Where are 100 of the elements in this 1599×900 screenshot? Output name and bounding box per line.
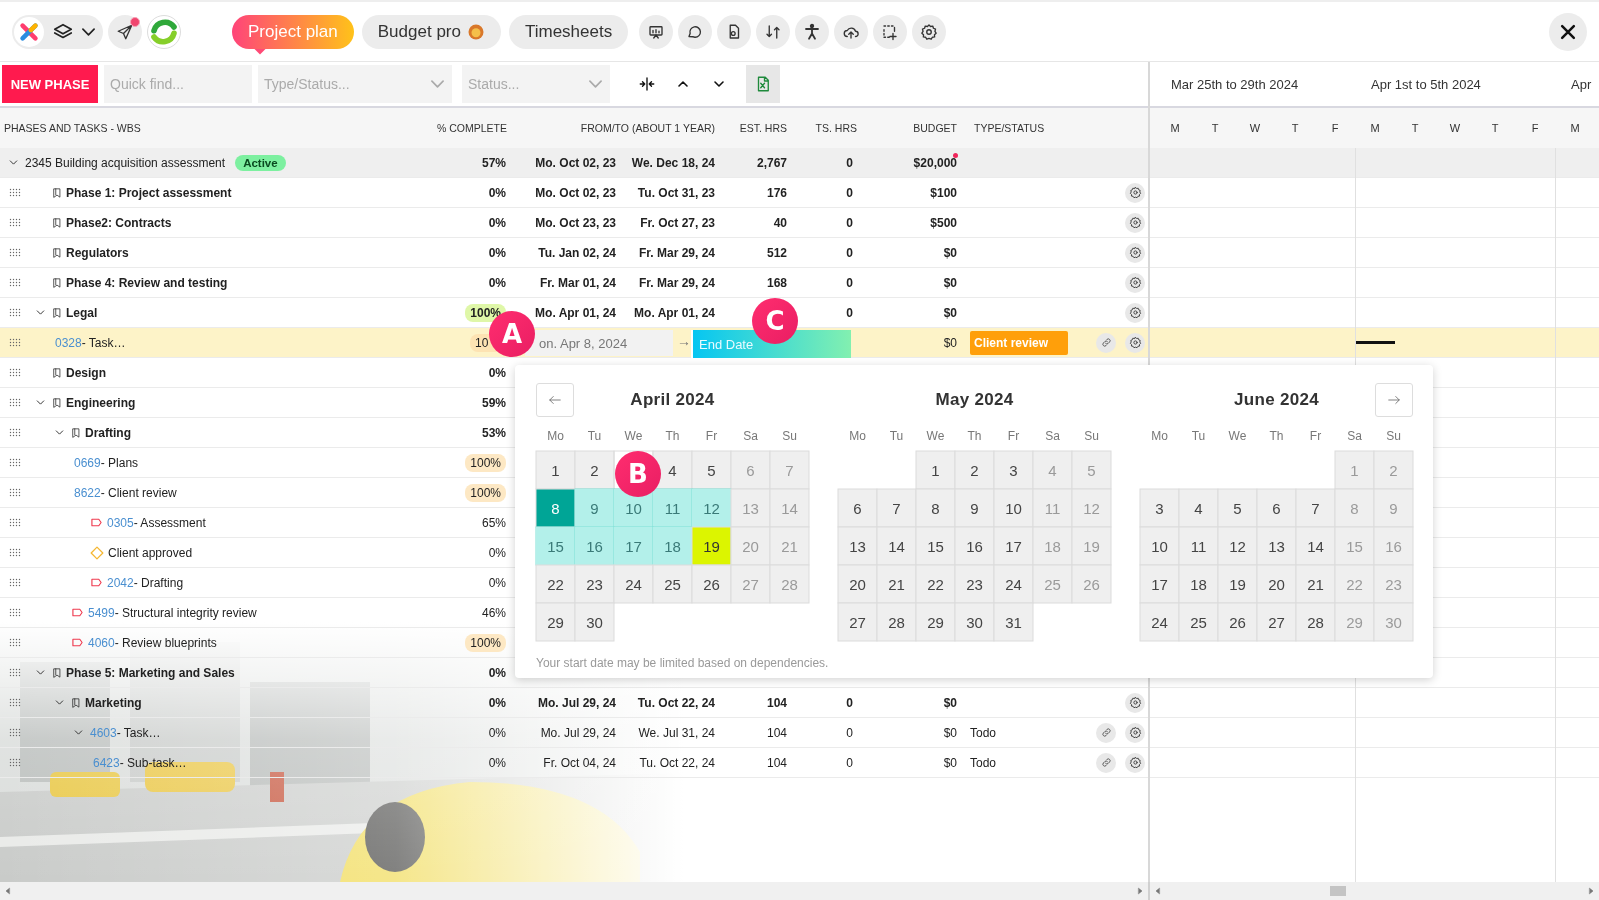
weekday-label: Su (1084, 429, 1099, 443)
timesheet-hours: 0 (846, 185, 853, 200)
weekday-label: Fr (1007, 429, 1020, 443)
column-header: EST. HRS (738, 122, 788, 134)
start-date: Mo. Oct 23, 23 (535, 215, 616, 230)
arrow-separator: → (677, 333, 691, 349)
phase-name: Regulators (66, 245, 129, 260)
start-date: Fr. Oct 04, 24 (543, 755, 616, 770)
budget-amount: $500 (930, 215, 957, 230)
task-name: 4603- Task… (90, 725, 161, 740)
phase-name: Phase2: Contracts (66, 215, 172, 230)
percent-complete: 0% (488, 545, 506, 560)
status-text: Todo (970, 725, 997, 740)
budget-amount: $20,000 (913, 155, 957, 170)
day-label: F (1531, 122, 1539, 134)
start-date: Mo. Jul 29, 24 (537, 695, 616, 710)
task-name: 4060- Review blueprints (88, 635, 217, 650)
start-date: Mo. Apr 01, 24 (535, 305, 616, 320)
step-marker: C (752, 298, 798, 344)
percent-complete: 65% (481, 515, 506, 530)
column-header: PHASES AND TASKS - WBS (3, 122, 142, 134)
day-label: T (1211, 122, 1219, 134)
timesheet-hours: 0 (846, 245, 853, 260)
timesheet-hours: 0 (846, 155, 853, 170)
weekday-label: Fr (1309, 429, 1322, 443)
estimated-hours: 104 (766, 695, 787, 710)
budget-amount: $0 (943, 335, 957, 350)
budget-amount: $0 (943, 245, 957, 260)
percent-complete: 0% (488, 755, 506, 770)
estimated-hours: 512 (766, 245, 787, 260)
weekday-label: Tu (1191, 429, 1206, 443)
weekday-label: Mo (1151, 429, 1168, 443)
weekday-label: Th (665, 429, 680, 443)
budget-amount: $0 (943, 755, 957, 770)
timesheet-hours: 0 (846, 695, 853, 710)
dependency-note: Your start date may be limited based on dependencies. (536, 656, 830, 670)
budget-amount: $100 (930, 185, 957, 200)
budget-amount: $0 (943, 695, 957, 710)
day-label: M (1570, 122, 1580, 134)
column-header: FROM/TO (ABOUT 1 YEAR) (579, 122, 716, 134)
percent-complete: 0% (488, 575, 506, 590)
task-name: 2042- Drafting (107, 575, 184, 590)
day-label: W (1449, 122, 1461, 134)
weekday-label: We (1228, 429, 1247, 443)
timesheet-hours: 0 (846, 275, 853, 290)
percent-complete: 0% (488, 665, 506, 680)
percent-complete: 0% (488, 185, 506, 200)
start-date: Tu. Jan 02, 24 (538, 245, 616, 260)
weekday-label: Tu (587, 429, 602, 443)
day-label: T (1491, 122, 1499, 134)
phase-name: Phase 4: Review and testing (66, 275, 228, 290)
weekday-label: Su (1386, 429, 1401, 443)
end-date: Tu. Oct 22, 24 (637, 695, 715, 710)
milestone-name: Client approved (108, 545, 193, 560)
month-title: June 2024 (1234, 390, 1319, 409)
weekday-label: We (624, 429, 643, 443)
weekday-label: Sa (743, 429, 758, 443)
phase-name: Engineering (66, 395, 136, 410)
budget-amount: $0 (943, 305, 957, 320)
percent-complete: 100% (465, 303, 506, 322)
end-date: Tu. Oct 31, 23 (637, 185, 715, 200)
percent-complete: 0% (488, 245, 506, 260)
column-header: % COMPLETE (436, 122, 508, 134)
percent-complete: 0% (488, 695, 506, 710)
end-date: Tu. Oct 22, 24 (639, 755, 715, 770)
month-title: April 2024 (630, 390, 715, 409)
phase-name: Drafting (85, 425, 131, 440)
start-date: Mo. Oct 02, 23 (535, 155, 616, 170)
budget-amount: $0 (943, 275, 957, 290)
percent-complete: 46% (481, 605, 506, 620)
day-label: W (1249, 122, 1261, 134)
estimated-hours: 40 (773, 215, 787, 230)
estimated-hours: 104 (766, 725, 787, 740)
column-header: BUDGET (912, 122, 958, 134)
column-header: TS. HRS (814, 122, 858, 134)
estimated-hours: 2,767 (756, 155, 787, 170)
percent-complete: 100% (465, 453, 506, 472)
week-label: Apr (1570, 76, 1592, 92)
weekday-label: Mo (547, 429, 564, 443)
week-label: Mar 25th to 29th 2024 (1170, 76, 1299, 92)
percent-complete: 57% (481, 155, 506, 170)
phase-name: Legal (66, 305, 98, 320)
phase-name: Phase 1: Project assessment (66, 185, 232, 200)
weekday-label: Mo (849, 429, 866, 443)
percent-complete: 0% (488, 365, 506, 380)
estimated-hours: 176 (766, 185, 787, 200)
month-title: May 2024 (935, 390, 1014, 409)
start-date: Fr. Mar 01, 24 (539, 275, 616, 290)
percent-complete: 53% (481, 425, 506, 440)
week-label: Apr 1st to 5th 2024 (1370, 76, 1481, 92)
end-date: Fr. Oct 27, 23 (640, 215, 715, 230)
estimated-hours: 104 (766, 755, 787, 770)
end-date: We. Jul 31, 24 (638, 725, 715, 740)
column-header: TYPE/STATUS (973, 122, 1046, 134)
task-name: 8622- Client review (74, 485, 177, 500)
weekday-label: Th (1269, 429, 1284, 443)
weekday-label: Fr (705, 429, 718, 443)
end-date: Fr. Mar 29, 24 (638, 275, 715, 290)
phase-name: Marketing (85, 695, 142, 710)
timesheet-hours: 0 (846, 755, 853, 770)
